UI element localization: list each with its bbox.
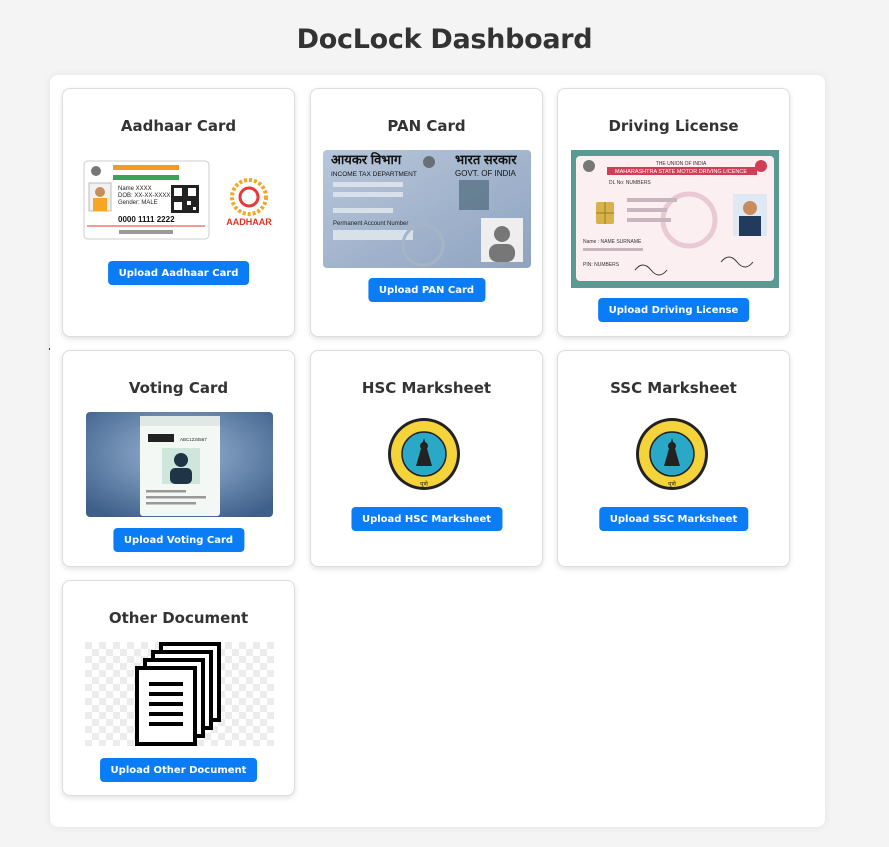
pan-card-image: आयकर विभाग भारत सरकार INCOME TAX DEPARTM… — [323, 150, 531, 268]
upload-other-document-button[interactable]: Upload Other Document — [99, 758, 258, 782]
aadhaar-gender-line: Gender: MALE — [118, 200, 158, 206]
upload-voting-card-button[interactable]: Upload Voting Card — [112, 528, 245, 552]
pan-hindi-right: भारत सरकार — [455, 152, 517, 167]
upload-ssc-button[interactable]: Upload SSC Marksheet — [598, 507, 749, 531]
card-other-document: Other Document Upload Other Document — [62, 580, 295, 796]
pan-account-label: Permanent Account Number — [333, 221, 408, 227]
card-title: Driving License — [608, 117, 739, 135]
hsc-seal-text: पुणे — [420, 480, 428, 488]
voter-epic: ABC1234567 — [180, 437, 207, 442]
aadhaar-logo-text: AADHAAR — [226, 217, 272, 227]
aadhaar-name-line: Name XXXX — [118, 186, 152, 192]
dl-number: DL No: NUMBERS — [609, 180, 651, 186]
pan-govt: GOVT. OF INDIA — [455, 169, 517, 178]
voter-card-image: ABC1234567 — [86, 412, 273, 517]
pan-hindi-left: आयकर विभाग — [331, 152, 402, 167]
upload-hsc-button[interactable]: Upload HSC Marksheet — [350, 507, 503, 531]
driving-license-image: THE UNION OF INDIA MAHARASHTRA STATE MOT… — [571, 150, 779, 288]
card-title: HSC Marksheet — [361, 379, 492, 397]
aadhaar-card-image: Name XXXX DOB: XX-XX-XXXX Gender: MALE 0… — [83, 159, 283, 243]
pan-dept: INCOME TAX DEPARTMENT — [331, 171, 417, 178]
card-ssc: SSC Marksheet पुणे Upload SSC Marksheet — [557, 350, 790, 567]
dashboard-container: Aadhaar Card Name XXXX DOB: XX-XX-XXXX G… — [50, 75, 825, 827]
dl-name: Name : NAME SURNAME — [583, 239, 642, 245]
card-title: SSC Marksheet — [610, 379, 737, 397]
card-title: PAN Card — [387, 117, 466, 135]
board-seal-image: पुणे — [634, 416, 710, 492]
aadhaar-dob-line: DOB: XX-XX-XXXX — [118, 193, 170, 199]
board-seal-image: पुणे — [386, 416, 462, 492]
upload-driving-license-button[interactable]: Upload Driving License — [597, 298, 750, 322]
dl-state: MAHARASHTRA STATE MOTOR DRIVING LICENCE — [615, 169, 747, 175]
card-title: Voting Card — [128, 379, 229, 397]
dl-union: THE UNION OF INDIA — [656, 161, 707, 167]
upload-aadhaar-button[interactable]: Upload Aadhaar Card — [107, 261, 250, 285]
card-pan: PAN Card आयकर विभाग भारत सरकार INCOME TA… — [310, 88, 543, 337]
card-hsc: HSC Marksheet पुणे Upload HSC Marksheet — [310, 350, 543, 567]
documents-stack-icon — [85, 642, 274, 746]
card-voting: Voting Card ABC1234567 Upload Voting Car… — [62, 350, 295, 567]
card-aadhaar: Aadhaar Card Name XXXX DOB: XX-XX-XXXX G… — [62, 88, 295, 337]
upload-pan-button[interactable]: Upload PAN Card — [367, 278, 486, 302]
page-title: DocLock Dashboard — [296, 24, 593, 55]
ssc-seal-text: पुणे — [668, 480, 676, 488]
card-driving-license: Driving License THE UNION OF INDIA MAHAR… — [557, 88, 790, 337]
aadhaar-number: 0000 1111 2222 — [118, 215, 175, 224]
dl-pin: PIN: NUMBERS — [583, 262, 620, 268]
card-title: Other Document — [108, 609, 249, 627]
card-title: Aadhaar Card — [120, 117, 237, 135]
